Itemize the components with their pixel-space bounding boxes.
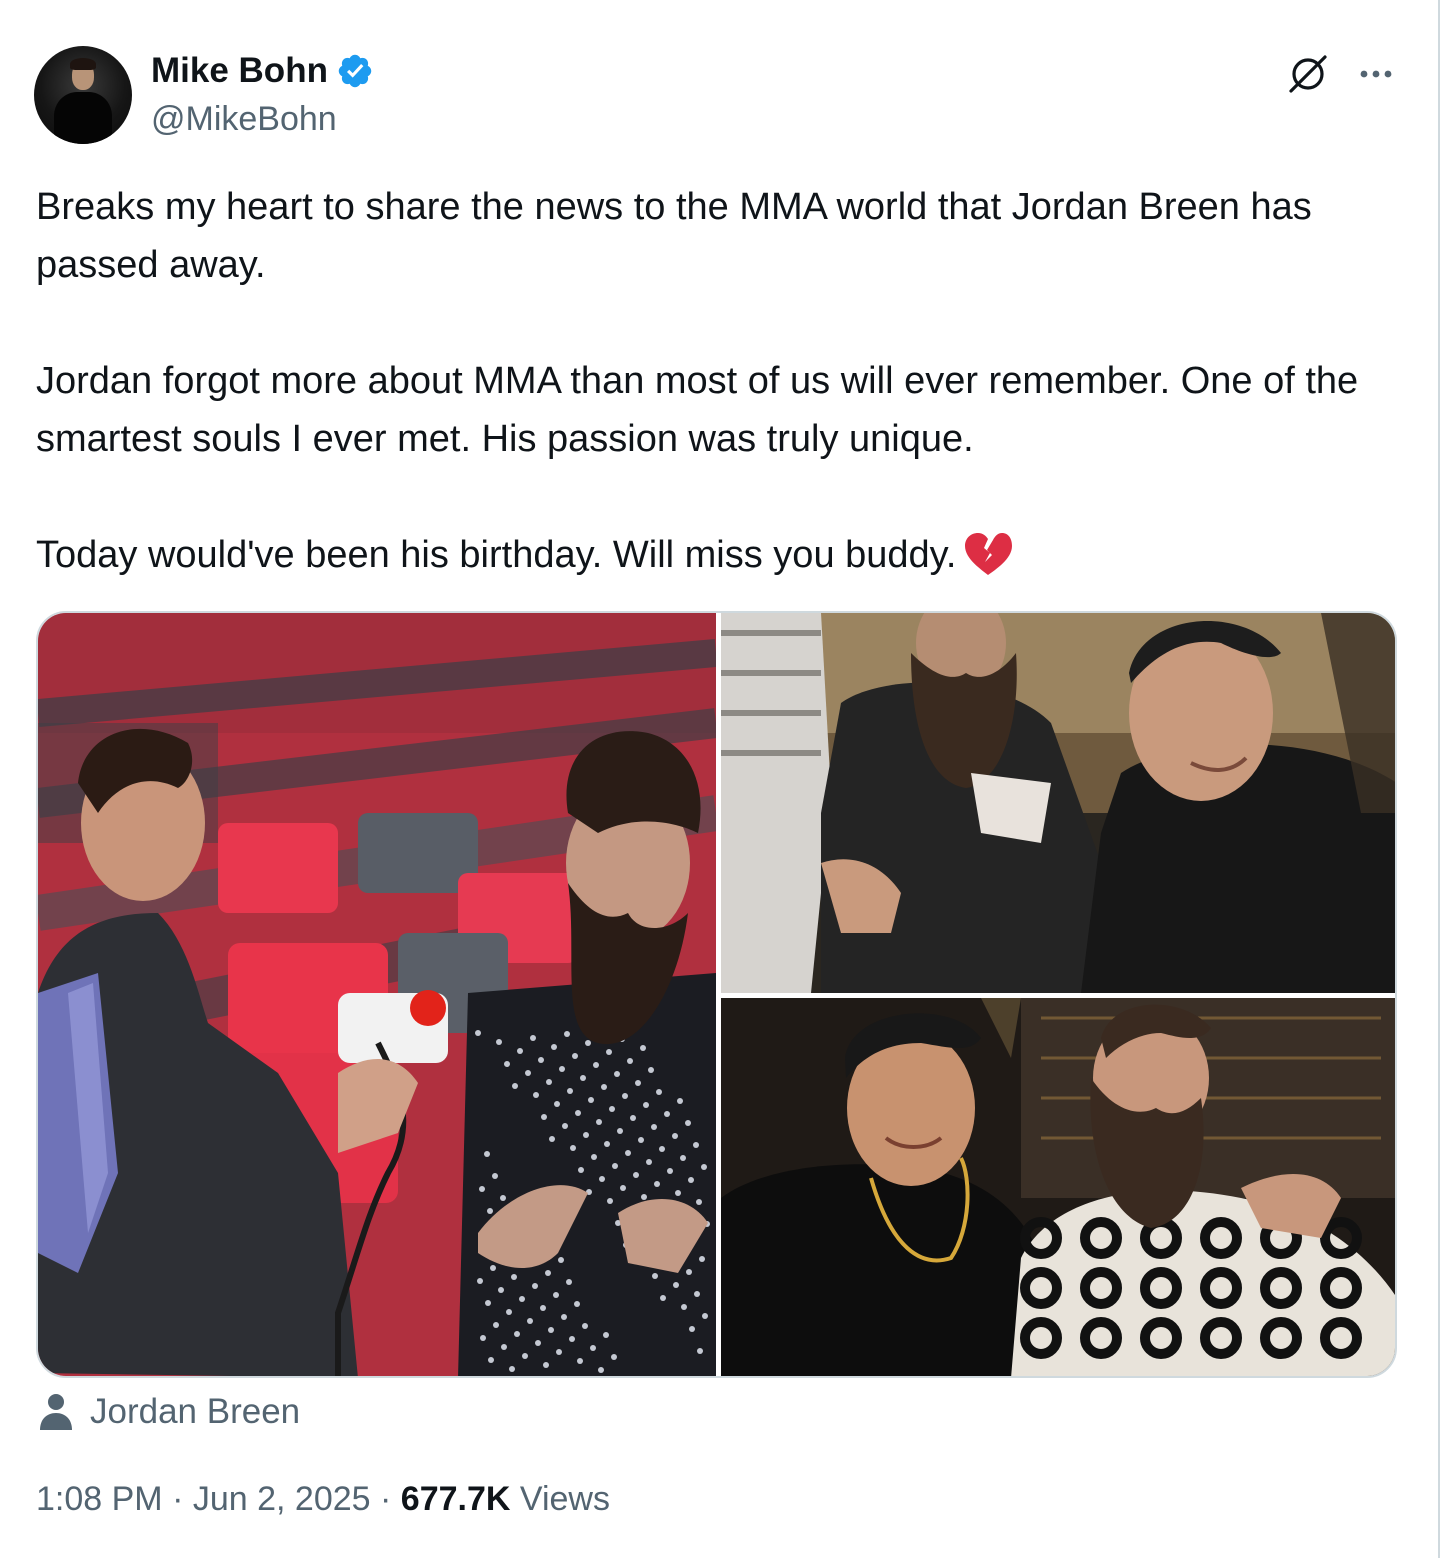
- tweet-meta: 1:08 PM · Jun 2, 2025 · 677.7K Views: [36, 1476, 610, 1522]
- tweet-paragraph-3-wrapper: Today would've been his birthday. Will m…: [36, 526, 1406, 584]
- photo-group-seated[interactable]: [721, 613, 1395, 993]
- photo-two-friends[interactable]: [721, 998, 1395, 1376]
- meta-separator: ·: [380, 1480, 392, 1518]
- grok-icon[interactable]: [1286, 52, 1330, 96]
- author-name-row: Mike Bohn: [151, 50, 374, 92]
- verified-badge-icon[interactable]: [336, 52, 374, 90]
- tweet-date[interactable]: Jun 2, 2025: [193, 1480, 371, 1518]
- tweet-paragraph-2: Jordan forgot more about MMA than most o…: [36, 360, 1359, 460]
- tagged-user-row[interactable]: Jordan Breen: [38, 1390, 300, 1434]
- person-icon: [38, 1393, 74, 1431]
- media-grid: [36, 611, 1397, 1378]
- tweet-time[interactable]: 1:08 PM: [36, 1480, 163, 1518]
- meta-separator: ·: [172, 1480, 184, 1518]
- tweet-card: Mike Bohn @MikeBohn Breaks my heart to s…: [0, 0, 1440, 1558]
- views-count: 677.7K: [400, 1480, 511, 1518]
- views-label: Views: [519, 1480, 610, 1518]
- author-avatar[interactable]: [34, 46, 132, 144]
- avatar-body-shape: [54, 92, 112, 144]
- tweet-paragraph-1: Breaks my heart to share the news to the…: [36, 186, 1312, 286]
- author-display-name[interactable]: Mike Bohn: [151, 50, 328, 92]
- tweet-paragraph-3: Today would've been his birthday. Will m…: [36, 534, 957, 576]
- tagged-user-name: Jordan Breen: [90, 1392, 301, 1431]
- photo-interview[interactable]: [38, 613, 716, 1376]
- author-handle[interactable]: @MikeBohn: [151, 98, 337, 140]
- tweet-text: Breaks my heart to share the news to the…: [36, 178, 1406, 584]
- more-options-icon[interactable]: [1356, 54, 1396, 94]
- broken-heart-icon: [962, 531, 1014, 577]
- avatar-hair-shape: [70, 58, 96, 70]
